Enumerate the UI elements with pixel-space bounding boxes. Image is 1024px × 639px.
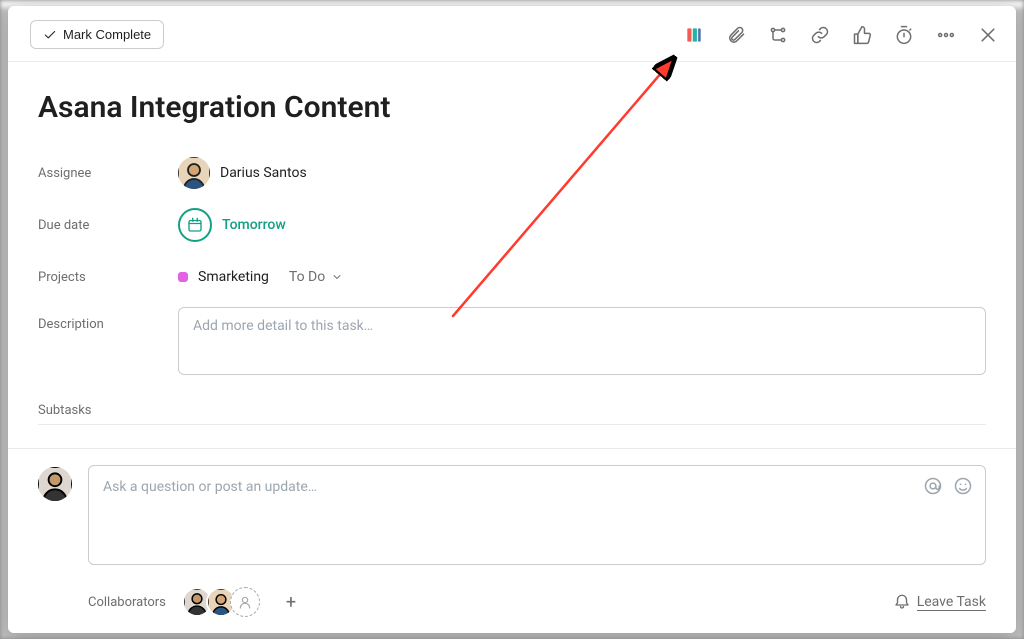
subtasks-divider [38, 424, 986, 425]
assignee-avatar [178, 157, 210, 189]
emoji-icon[interactable] [953, 476, 973, 496]
due-date-value[interactable]: Tomorrow [178, 208, 286, 242]
description-textarea[interactable]: Add more detail to this task… [178, 307, 986, 375]
header-actions [684, 25, 998, 45]
assignee-row: Assignee Darius Santos [38, 151, 986, 195]
stopwatch-icon[interactable] [894, 25, 914, 45]
calendar-icon [178, 208, 212, 242]
more-options-icon[interactable] [936, 25, 956, 45]
description-placeholder: Add more detail to this task… [193, 318, 373, 334]
collaborators-section: Collaborators + [88, 587, 296, 617]
integration-app-icon[interactable] [684, 25, 704, 45]
modal-body: Asana Integration Content Assignee Dariu… [8, 62, 1016, 448]
project-section-selector[interactable]: To Do [289, 269, 343, 285]
add-collaborator-button[interactable]: + [286, 592, 296, 613]
current-user-avatar [38, 467, 72, 501]
mark-complete-button[interactable]: Mark Complete [30, 20, 164, 49]
projects-value[interactable]: Smarketing To Do [178, 269, 343, 285]
leave-task-button[interactable]: Leave Task [893, 593, 986, 611]
project-color-dot [178, 272, 188, 282]
modal-footer: Collaborators + Leave Task [8, 575, 1016, 633]
assignee-label: Assignee [38, 166, 178, 181]
comment-section: Ask a question or post an update… [8, 448, 1016, 575]
subtasks-label: Subtasks [38, 403, 986, 418]
chevron-down-icon [331, 271, 343, 283]
projects-row: Projects Smarketing To Do [38, 255, 986, 299]
project-section-label: To Do [289, 269, 325, 285]
task-detail-modal: Mark Complete [8, 6, 1016, 633]
collaborators-label: Collaborators [88, 595, 166, 610]
leave-task-label: Leave Task [917, 594, 986, 611]
comment-composer[interactable]: Ask a question or post an update… [88, 465, 986, 565]
due-date-label: Due date [38, 218, 178, 233]
link-icon[interactable] [810, 25, 830, 45]
bell-icon [893, 593, 911, 611]
collaborator-avatars [182, 587, 260, 617]
projects-label: Projects [38, 270, 178, 285]
due-date-row: Due date Tomorrow [38, 203, 986, 247]
modal-header: Mark Complete [8, 6, 1016, 62]
task-title[interactable]: Asana Integration Content [38, 90, 986, 125]
collaborator-placeholder-icon[interactable] [230, 587, 260, 617]
subtask-icon[interactable] [768, 25, 788, 45]
project-name: Smarketing [198, 269, 269, 285]
mention-icon[interactable] [923, 476, 943, 496]
close-icon[interactable] [978, 25, 998, 45]
assignee-name: Darius Santos [220, 165, 307, 181]
attachment-icon[interactable] [726, 25, 746, 45]
check-icon [43, 28, 57, 42]
mark-complete-label: Mark Complete [63, 27, 151, 42]
comment-inline-actions [923, 476, 973, 496]
description-label: Description [38, 307, 178, 332]
assignee-value[interactable]: Darius Santos [178, 157, 307, 189]
description-row: Description Add more detail to this task… [38, 307, 986, 375]
thumbs-up-icon[interactable] [852, 25, 872, 45]
comment-placeholder: Ask a question or post an update… [103, 479, 317, 495]
due-date-text: Tomorrow [222, 217, 286, 233]
